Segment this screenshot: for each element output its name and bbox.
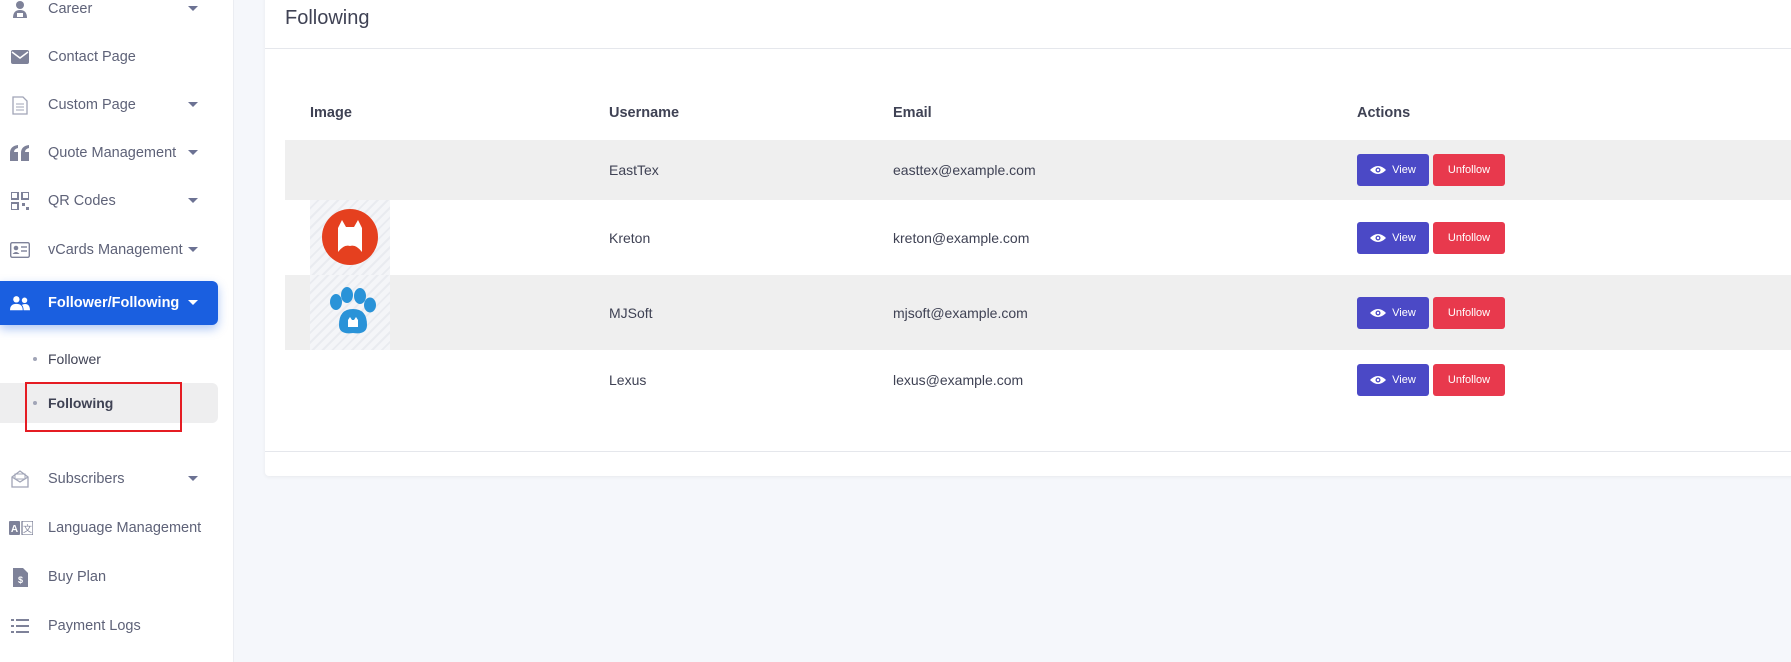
sidebar-item-label: QR Codes: [48, 193, 116, 209]
image-cell: [285, 140, 609, 200]
red-cat-logo: [322, 209, 378, 265]
view-button-label: View: [1392, 164, 1416, 176]
actions-cell: View Unfollow: [1357, 350, 1791, 410]
bullet-icon: [33, 357, 37, 361]
sidebar-item-payment-logs[interactable]: Payment Logs: [0, 604, 218, 648]
envelope-icon: [10, 47, 30, 67]
svg-text:$: $: [17, 575, 22, 585]
sidebar-item-label: Quote Management: [48, 145, 177, 161]
unfollow-button[interactable]: Unfollow: [1433, 364, 1505, 396]
sidebar: Career Contact Page Custom Page Quote Ma…: [0, 0, 234, 662]
image-cell: [285, 275, 609, 350]
table-row: EastTex easttex@example.com View Unfollo…: [285, 140, 1791, 200]
eye-icon: [1370, 308, 1387, 317]
username-cell: MJSoft: [609, 275, 893, 350]
qr-code-icon: [10, 191, 30, 211]
image-cell: [285, 350, 609, 410]
sidebar-item-label: Custom Page: [48, 97, 136, 113]
svg-text:A: A: [11, 524, 18, 535]
view-button[interactable]: View: [1357, 221, 1429, 254]
svg-text:文: 文: [23, 523, 32, 534]
unfollow-button[interactable]: Unfollow: [1433, 154, 1505, 186]
eye-icon: [1370, 166, 1387, 174]
sidebar-item-label: Follower/Following: [48, 295, 180, 311]
card-divider: [265, 451, 1791, 452]
view-button[interactable]: View: [1357, 296, 1429, 329]
user-avatar: [310, 200, 390, 275]
language-icon: A文: [9, 518, 33, 538]
sidebar-item-label: Career: [48, 1, 93, 17]
sidebar-item-career[interactable]: Career: [0, 0, 218, 31]
following-table: Image Username Email Actions EastTex eas…: [285, 85, 1791, 410]
sidebar-subitem-label: Follower: [48, 351, 101, 367]
sidebar-item-qr-codes[interactable]: QR Codes: [0, 179, 218, 223]
table-header-row: Image Username Email Actions: [285, 85, 1791, 140]
chevron-down-icon: [188, 476, 198, 481]
sidebar-item-custom-page[interactable]: Custom Page: [0, 83, 218, 127]
column-header-email: Email: [893, 104, 932, 121]
username-cell: Lexus: [609, 372, 647, 388]
column-header-image: Image: [310, 104, 352, 121]
chevron-down-icon: [188, 198, 198, 203]
table-row: Kreton kreton@example.com View Unfollow: [285, 200, 1791, 275]
sidebar-item-quote-management[interactable]: Quote Management: [0, 131, 218, 175]
email-cell: easttex@example.com: [893, 140, 1357, 200]
sidebar-item-label: vCards Management: [48, 242, 183, 258]
view-button-label: View: [1392, 231, 1416, 244]
sidebar-item-label: Buy Plan: [48, 569, 107, 585]
quote-icon: [10, 143, 30, 163]
unfollow-button[interactable]: Unfollow: [1433, 296, 1505, 329]
sidebar-item-vcards-management[interactable]: vCards Management: [0, 228, 218, 272]
view-button-label: View: [1392, 374, 1416, 386]
column-header-actions: Actions: [1357, 104, 1411, 121]
email-cell: mjsoft@example.com: [893, 275, 1357, 350]
view-button-label: View: [1392, 306, 1416, 319]
unfollow-button[interactable]: Unfollow: [1433, 221, 1505, 254]
id-card-icon: [10, 240, 30, 260]
chevron-down-icon: [188, 102, 198, 107]
actions-cell: View Unfollow: [1357, 140, 1791, 200]
page-title: Following: [285, 7, 370, 29]
mail-open-icon: [10, 469, 30, 489]
username-cell: EastTex: [609, 140, 893, 200]
chevron-down-icon: [188, 247, 198, 252]
sidebar-item-language-management[interactable]: A文 Language Management: [0, 506, 218, 550]
blue-paw-logo: [330, 287, 376, 334]
user-avatar: [310, 275, 390, 350]
chevron-down-icon: [188, 6, 198, 11]
chevron-down-icon: [188, 300, 198, 305]
sidebar-subitem-follower[interactable]: Follower: [0, 339, 218, 379]
sidebar-item-contact-page[interactable]: Contact Page: [0, 35, 218, 79]
sidebar-item-subscribers[interactable]: Subscribers: [0, 457, 218, 501]
view-button[interactable]: View: [1357, 154, 1429, 186]
email-cell: kreton@example.com: [893, 229, 1030, 246]
table-row: Lexus lexus@example.com View Unfollow: [285, 350, 1791, 410]
actions-cell: View Unfollow: [1357, 200, 1791, 275]
sidebar-item-label: Contact Page: [48, 49, 136, 65]
invoice-dollar-icon: $: [10, 567, 30, 587]
sidebar-item-buy-plan[interactable]: $ Buy Plan: [0, 555, 218, 599]
sidebar-item-label: Language Management: [48, 520, 202, 536]
eye-icon: [1370, 233, 1387, 242]
view-button[interactable]: View: [1357, 364, 1429, 396]
users-icon: [10, 293, 30, 313]
actions-cell: View Unfollow: [1357, 275, 1791, 350]
username-cell: Kreton: [609, 229, 651, 246]
file-text-icon: [10, 95, 30, 115]
column-header-username: Username: [609, 104, 680, 121]
selection-highlight: [25, 382, 182, 432]
image-cell: [285, 200, 609, 275]
eye-icon: [1370, 376, 1387, 384]
sidebar-item-follower-following[interactable]: Follower/Following: [0, 281, 218, 325]
following-card: Following Image Username Email Actions E…: [265, 0, 1791, 476]
user-tie-icon: [10, 0, 30, 19]
chevron-down-icon: [188, 150, 198, 155]
table-row: MJSoft mjsoft@example.com View Unfollow: [285, 275, 1791, 350]
sidebar-item-label: Payment Logs: [48, 618, 141, 634]
card-header: Following: [265, 0, 1791, 49]
sidebar-item-label: Subscribers: [48, 471, 125, 487]
email-cell: lexus@example.com: [893, 372, 1024, 388]
list-icon: [10, 616, 30, 636]
